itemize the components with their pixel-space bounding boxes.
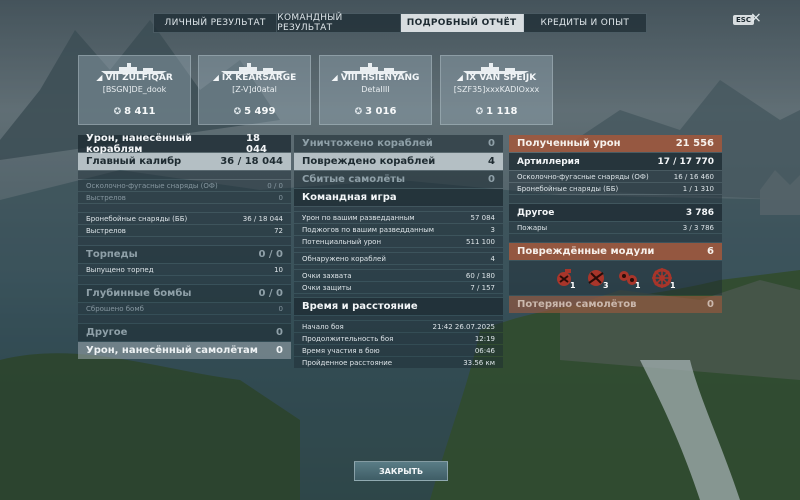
ship-class-icon: ◢ [456, 73, 463, 82]
ship-class-icon: ◢ [96, 73, 103, 82]
player-xp: ✪ 1 118 [475, 106, 518, 117]
received-he-row: Осколочно-фугасные снаряды (ОФ) 16 / 16 4… [509, 171, 722, 182]
potential-damage-row: Потенциальный урон 511 100 [294, 236, 503, 247]
tab-team-result[interactable]: КОМАНДНЫЙ РЕЗУЛЬТАТ [277, 13, 401, 33]
player-card[interactable]: ◢ IX KEARSARGE [Z-V]d0atal ✪ 5 499 [198, 55, 311, 125]
damaged-modules-list: 1 3 1 1 [509, 261, 722, 295]
damaged-modules-header: Повреждённые модули 6 [509, 243, 722, 260]
xp-icon: ✪ [113, 106, 122, 117]
player-xp: ✪ 3 016 [354, 106, 397, 117]
planes-shot-row: Сбитые самолёты 0 [294, 171, 503, 188]
he-shots-row: Выстрелов 0 [78, 192, 291, 203]
torpedoes-fired-row: Выпущено торпед 10 [78, 264, 291, 275]
spot-damage-row: Урон по вашим разведданным 57 084 [294, 212, 503, 223]
time-distance-header: Время и расстояние [294, 298, 503, 315]
ship-class-icon: ◢ [331, 73, 338, 82]
player-card[interactable]: ◢ VII ZULFIQAR [BSGN]DE_dook ✪ 8 411 [78, 55, 191, 125]
player-card[interactable]: ◢ IX VAN SPEIJK [SZF35]xxxKADIOxxx ✪ 1 118 [440, 55, 553, 125]
capture-points-row: Очки захвата 60 / 180 [294, 270, 503, 281]
result-tabs: ЛИЧНЫЙ РЕЗУЛЬТАТ КОМАНДНЫЙ РЕЗУЛЬТАТ ПОД… [153, 13, 647, 33]
player-name: [BSGN]DE_dook [102, 85, 167, 94]
spotted-ships-row: Обнаружено кораблей 4 [294, 253, 503, 264]
player-name: DetaIIII [361, 85, 390, 94]
tab-credits-xp[interactable]: КРЕДИТЫ И ОПЫТ [524, 14, 646, 32]
combat-stats-panel: Уничтожено кораблей 0 Повреждено кораблей… [294, 135, 503, 369]
torpedoes-row: Торпеды 0 / 0 [78, 246, 291, 263]
destroyed-row: Уничтожено кораблей 0 [294, 135, 503, 152]
participation-time-row: Время участия в бою 06:46 [294, 345, 503, 356]
ship-class-icon: ◢ [212, 73, 219, 82]
defense-points-row: Очки защиты 7 / 157 [294, 282, 503, 293]
spot-fires-row: Поджогов по вашим разведданным 3 [294, 224, 503, 235]
player-name: [Z-V]d0atal [232, 85, 277, 94]
artillery-row: Артиллерия 17 / 17 770 [509, 153, 722, 170]
damage-dealt-panel: Урон, нанесённый кораблям 18 044 Главный … [78, 133, 291, 360]
xp-icon: ✪ [475, 106, 484, 117]
distance-row: Пройденное расстояние 33.56 км [294, 357, 503, 368]
fires-row: Пожары 3 / 3 786 [509, 222, 722, 233]
battle-duration-row: Продолжительность боя 12:19 [294, 333, 503, 344]
aircraft-damage-row: Урон, нанесённый самолётам 0 [78, 342, 291, 359]
ship-name: ◢ IX VAN SPEIJK [456, 73, 537, 83]
damage-received-header: Полученный урон 21 556 [509, 135, 722, 152]
damage-dealt-header: Урон, нанесённый кораблям 18 044 [78, 133, 291, 155]
ship-name: ◢ VIII HSIENYANG [331, 73, 420, 83]
damage-received-panel: Полученный урон 21 556 Артиллерия 17 / 17 … [509, 135, 722, 314]
he-shells-row: Осколочно-фугасные снаряды (ОФ) 0 / 0 [78, 180, 291, 191]
xp-icon: ✪ [354, 106, 363, 117]
ap-shots-row: Выстрелов 72 [78, 225, 291, 236]
team-play-header: Командная игра [294, 189, 503, 206]
damaged-row: Повреждено кораблей 4 [294, 153, 503, 170]
close-button[interactable]: ЗАКРЫТЬ [354, 461, 448, 481]
ship-name: ◢ IX KEARSARGE [212, 73, 297, 83]
received-ap-row: Бронебойные снаряды (ББ) 1 / 1 310 [509, 183, 722, 194]
player-card[interactable]: ◢ VIII HSIENYANG DetaIIII ✪ 3 016 [319, 55, 432, 125]
player-xp: ✪ 5 499 [233, 106, 276, 117]
main-battery-row: Главный калибр 36 / 18 044 [78, 153, 291, 170]
xp-icon: ✪ [233, 106, 242, 117]
depth-dropped-row: Сброшено бомб 0 [78, 303, 291, 314]
tab-detailed-report[interactable]: ПОДРОБНЫЙ ОТЧЁТ [400, 14, 524, 32]
ap-shells-row: Бронебойные снаряды (ББ) 36 / 18 044 [78, 213, 291, 224]
depth-charges-row: Глубинные бомбы 0 / 0 [78, 285, 291, 302]
planes-lost-row: Потеряно самолётов 0 [509, 296, 722, 313]
ship-name: ◢ VII ZULFIQAR [96, 73, 173, 83]
received-other-row: Другое 3 786 [509, 204, 722, 221]
other-damage-row: Другое 0 [78, 324, 291, 341]
tab-personal-result[interactable]: ЛИЧНЫЙ РЕЗУЛЬТАТ [154, 14, 278, 32]
player-name: [SZF35]xxxKADIOxxx [453, 85, 540, 94]
player-xp: ✪ 8 411 [113, 106, 156, 117]
close-icon[interactable]: × [750, 10, 762, 26]
battle-start-row: Начало боя 21:42 26.07.2025 [294, 321, 503, 332]
